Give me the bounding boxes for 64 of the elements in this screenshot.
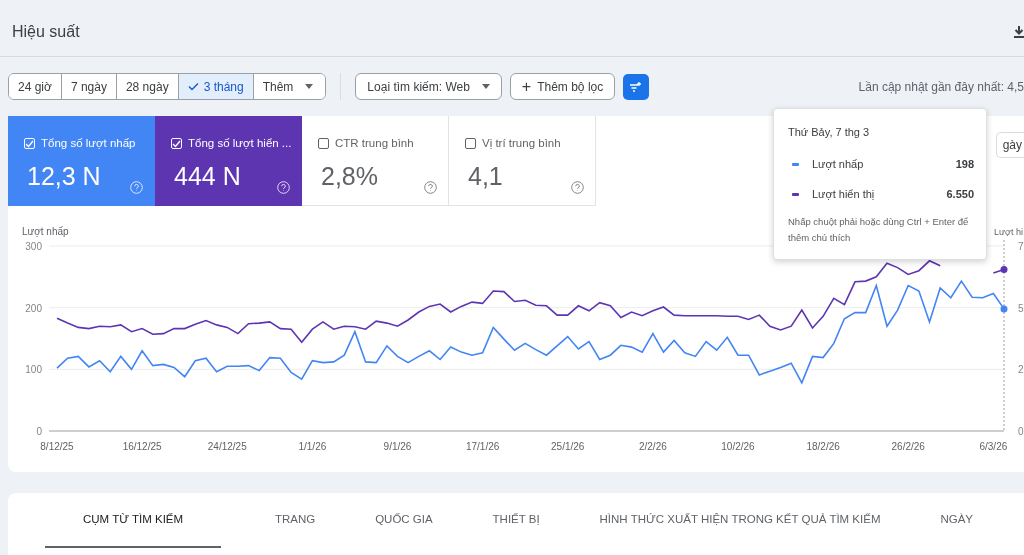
x-tick-label: 10/2/26: [721, 441, 755, 452]
add-filter-button[interactable]: + Thêm bộ lọc: [509, 73, 616, 100]
metric-label: CTR trung bình: [335, 136, 414, 151]
report-tab[interactable]: HÌNH THỨC XUẤT HIỆN TRONG KẾT QUẢ TÌM KIẾM: [593, 493, 887, 548]
tooltip-label: Lượt nhấp: [812, 157, 864, 173]
hover-point: [1000, 305, 1008, 313]
x-tick-label: 16/12/25: [122, 441, 162, 452]
x-tick-label: 26/2/26: [891, 441, 925, 452]
caret-icon: [481, 84, 490, 89]
last-update-text: Lần cập nhật gần đây nhất: 4,5: [858, 78, 1024, 96]
filter-lines-icon: [630, 81, 643, 92]
tooltip-label: Lượt hiển thị: [812, 187, 875, 203]
y-tick-label: 0: [36, 426, 42, 437]
right-tick-label: 0: [1018, 426, 1024, 437]
range-tab[interactable]: 3 tháng: [178, 74, 254, 99]
page-title: Hiệu suất: [12, 22, 80, 42]
x-tick-label: 2/2/26: [638, 441, 667, 452]
check-icon: [187, 82, 199, 91]
x-tick-label: 25/1/26: [551, 441, 585, 452]
metric-value: 12,3 N: [27, 161, 101, 193]
x-tick-label: 24/12/25: [207, 441, 247, 452]
right-axis-title: Lượt hi: [994, 227, 1023, 237]
x-tick-label: 1/1/26: [298, 441, 327, 452]
metric-tile[interactable]: CTR trung bình 2,8%: [302, 116, 449, 206]
search-type-dropdown[interactable]: Loại tìm kiếm: Web: [355, 73, 502, 100]
tooltip-value: 6.550: [946, 187, 974, 203]
caret-icon: [305, 84, 314, 89]
x-tick-label: 9/1/26: [383, 441, 412, 452]
checkbox[interactable]: [465, 138, 476, 150]
help-icon[interactable]: [424, 181, 437, 194]
y-tick-label: 100: [25, 364, 42, 376]
report-tab[interactable]: QUỐC GIA: [369, 493, 439, 548]
tooltip-date: Thứ Bảy, 7 thg 3: [788, 125, 871, 140]
x-tick-label: 6/3/26: [979, 441, 1008, 452]
report-tab[interactable]: CỤM TỪ TÌM KIẾM: [45, 493, 222, 548]
help-icon[interactable]: [571, 181, 584, 194]
metric-label: Tổng số lượt nhấp: [41, 136, 136, 151]
plus-text: +: [521, 76, 532, 97]
right-tick-label: 2: [1018, 364, 1024, 376]
filter-settings-button[interactable]: [623, 73, 650, 100]
right-tick-label: 7: [1018, 241, 1024, 252]
metric-value: 444 N: [174, 161, 241, 193]
x-tick-label: 18/2/26: [806, 441, 840, 452]
metric-label: Vị trí trung bình: [482, 136, 561, 151]
hover-point: [1000, 265, 1008, 273]
download-icon[interactable]: [1014, 26, 1024, 38]
metric-value: 2,8%: [321, 161, 378, 193]
metric-value: 4,1: [468, 161, 503, 193]
y-tick-label: 300: [25, 241, 42, 252]
period-dropdown[interactable]: gày: [996, 132, 1024, 158]
right-tick-label: 5: [1018, 302, 1024, 314]
y-axis-title: Lượt nhấp: [22, 226, 69, 237]
tooltip-value: 198: [955, 157, 974, 173]
range-tab[interactable]: 24 giờ: [9, 74, 62, 99]
metric-tile[interactable]: Vị trí trung bình 4,1: [449, 116, 596, 206]
x-tick-label: 8/12/25: [40, 441, 74, 452]
x-tick-label: 17/1/26: [465, 441, 500, 452]
report-tab[interactable]: TRANG: [269, 493, 322, 548]
checkbox[interactable]: [318, 138, 329, 150]
report-tab[interactable]: NGÀY: [934, 493, 979, 548]
y-tick-label: 200: [25, 302, 42, 314]
tooltip-note: Nhấp chuột phải hoặc dùng Ctrl + Enter để thêm chú thích: [788, 214, 970, 246]
metric-label: Tổng số lượt hiển ...: [188, 136, 292, 151]
report-tab[interactable]: THIẾT BỊ: [486, 493, 546, 548]
